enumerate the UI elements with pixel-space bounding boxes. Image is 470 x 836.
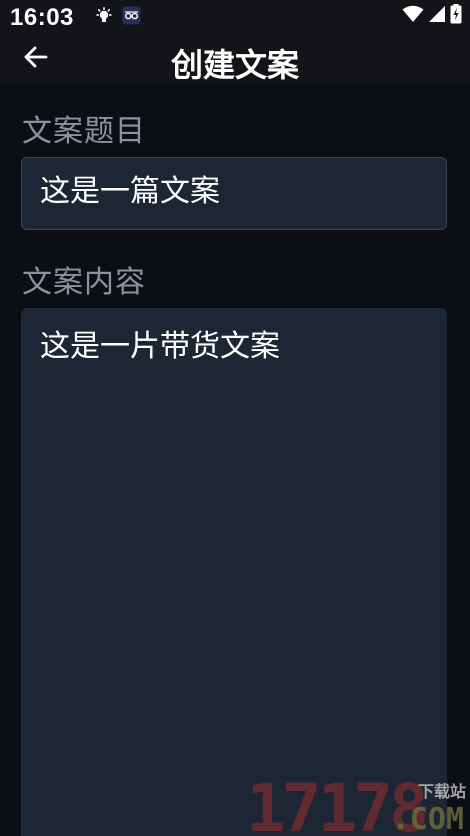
title-field-label: 文案题目 — [22, 114, 146, 149]
status-icons — [402, 4, 462, 28]
cellular-signal-icon — [428, 5, 446, 27]
content-field-label: 文案内容 — [22, 265, 146, 300]
app-notification-icon — [122, 6, 141, 25]
content-textarea[interactable]: 这是一片带货文案 — [21, 308, 447, 836]
battery-charging-icon — [450, 4, 462, 28]
app-bar: 创建文案 — [0, 34, 470, 84]
watermark-logo: 17178 下载站 .COM — [246, 770, 470, 836]
watermark-domain: .COM — [391, 802, 464, 836]
status-bar: 16:03 — [0, 0, 470, 34]
title-input[interactable]: 这是一篇文案 — [21, 157, 447, 230]
create-copy-screen: 16:03 创建文案 文案题目 这是一篇文案 文案内容 这是一片带货文案 171… — [0, 0, 470, 836]
status-time: 16:03 — [10, 4, 74, 31]
bulb-icon — [95, 7, 113, 25]
wifi-icon — [402, 5, 424, 27]
watermark-site-label: 下载站 — [417, 782, 466, 801]
page-title: 创建文案 — [170, 46, 299, 84]
